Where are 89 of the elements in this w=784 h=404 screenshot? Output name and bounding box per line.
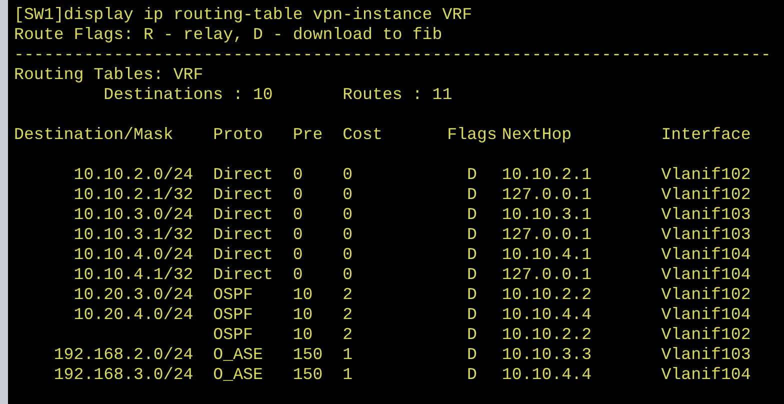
table-cell: 0 xyxy=(342,165,353,184)
table-cell: 127.0.0.1 xyxy=(502,265,592,284)
command-line: [SW1]display ip routing-table vpn-instance VRF xyxy=(14,5,472,25)
table-cell: Direct xyxy=(213,185,273,204)
separator-line: ---------------------------------------------------------------------------- xyxy=(14,45,771,65)
table-cell: 10 xyxy=(292,285,313,304)
table-cell: Direct xyxy=(213,225,273,244)
table-cell: 127.0.0.1 xyxy=(502,185,592,204)
table-cell: Direct xyxy=(213,205,273,224)
table-cell: D xyxy=(467,285,478,304)
table-cell: 0 xyxy=(342,225,353,244)
table-cell: 0 xyxy=(292,245,303,264)
column-header: Flags xyxy=(446,125,498,145)
table-cell: 0 xyxy=(292,225,303,244)
table-cell: D xyxy=(467,225,478,244)
table-cell: 10.10.4.4 xyxy=(502,365,592,384)
table-cell: 0 xyxy=(292,165,303,184)
flags-legend: Route Flags: R - relay, D - download to fib xyxy=(14,25,442,45)
table-cell: 2 xyxy=(342,305,353,324)
table-cell: 10.10.3.3 xyxy=(502,345,592,364)
table-cell: Direct xyxy=(213,265,273,284)
column-header: Proto xyxy=(213,125,264,145)
table-cell: 2 xyxy=(342,325,353,344)
table-cell: 0 xyxy=(342,205,353,224)
table-cell: Direct xyxy=(213,165,273,184)
column-header: Pre xyxy=(292,125,324,145)
table-cell: 10.20.4.0/24 xyxy=(74,305,194,324)
table-cell: 0 xyxy=(342,265,353,284)
table-cell: Vlanif103 xyxy=(661,225,751,244)
table-cell: OSPF xyxy=(213,285,253,304)
table-cell: 2 xyxy=(342,285,353,304)
table-cell: Direct xyxy=(213,245,273,264)
table-cell: 192.168.3.0/24 xyxy=(54,365,194,384)
summary-text: Routes : 11 xyxy=(342,85,452,105)
table-cell: O_ASE xyxy=(213,345,263,364)
table-cell: 0 xyxy=(292,205,303,224)
table-cell: Vlanif102 xyxy=(661,325,751,344)
table-cell: D xyxy=(467,305,478,324)
table-cell: Vlanif104 xyxy=(661,365,751,384)
table-cell: Vlanif104 xyxy=(661,305,751,324)
table-cell: 10.10.3.1 xyxy=(502,205,592,224)
table-cell: 1 xyxy=(342,345,353,364)
table-cell: Vlanif102 xyxy=(661,185,751,204)
table-cell: D xyxy=(467,185,478,204)
summary-text: Destinations : 10 xyxy=(104,85,273,105)
table-cell: D xyxy=(467,165,478,184)
table-cell: 1 xyxy=(342,365,353,384)
table-cell: D xyxy=(467,345,478,364)
table-cell: 0 xyxy=(292,265,303,284)
table-cell: D xyxy=(467,325,478,344)
table-cell: 10.10.3.1/32 xyxy=(74,225,194,244)
table-cell: D xyxy=(467,205,478,224)
table-cell: OSPF xyxy=(213,305,253,324)
table-cell: Vlanif102 xyxy=(661,165,751,184)
table-cell: O_ASE xyxy=(213,365,263,384)
table-title: Routing Tables: VRF xyxy=(14,65,204,85)
table-cell: 10.10.4.4 xyxy=(502,305,592,324)
table-cell: 10.10.2.2 xyxy=(502,285,592,304)
table-cell: 10.10.3.0/24 xyxy=(74,205,194,224)
column-header: NextHop xyxy=(502,125,573,145)
table-cell: 10.10.2.2 xyxy=(502,325,592,344)
table-cell: Vlanif104 xyxy=(661,245,751,264)
column-header: Destination/Mask xyxy=(14,125,174,145)
table-cell: 127.0.0.1 xyxy=(502,225,592,244)
table-cell: 0 xyxy=(342,245,353,264)
table-cell: Vlanif103 xyxy=(661,345,751,364)
table-cell: 10.10.2.1/32 xyxy=(74,185,194,204)
table-cell: 10 xyxy=(292,305,313,324)
table-cell: Vlanif104 xyxy=(661,265,751,284)
table-cell: 10.10.4.1/32 xyxy=(74,265,194,284)
table-cell: OSPF xyxy=(213,325,253,344)
table-cell: 192.168.2.0/24 xyxy=(54,345,194,364)
table-cell: D xyxy=(467,365,478,384)
column-header: Interface xyxy=(661,125,752,145)
table-cell: 0 xyxy=(342,185,353,204)
table-cell: D xyxy=(467,245,478,264)
table-cell: 150 xyxy=(292,345,323,364)
table-cell: Vlanif102 xyxy=(661,285,751,304)
table-cell: 10.10.4.0/24 xyxy=(74,245,194,264)
table-cell: 10 xyxy=(292,325,313,344)
table-cell: 10.20.3.0/24 xyxy=(74,285,194,304)
table-cell: 0 xyxy=(292,185,303,204)
table-cell: 10.10.2.0/24 xyxy=(74,165,194,184)
table-cell: D xyxy=(467,265,478,284)
table-cell: 10.10.4.1 xyxy=(502,245,592,264)
column-header: Cost xyxy=(342,125,384,145)
table-cell: 10.10.2.1 xyxy=(502,165,592,184)
table-cell: 150 xyxy=(292,365,323,384)
table-cell: Vlanif103 xyxy=(661,205,751,224)
